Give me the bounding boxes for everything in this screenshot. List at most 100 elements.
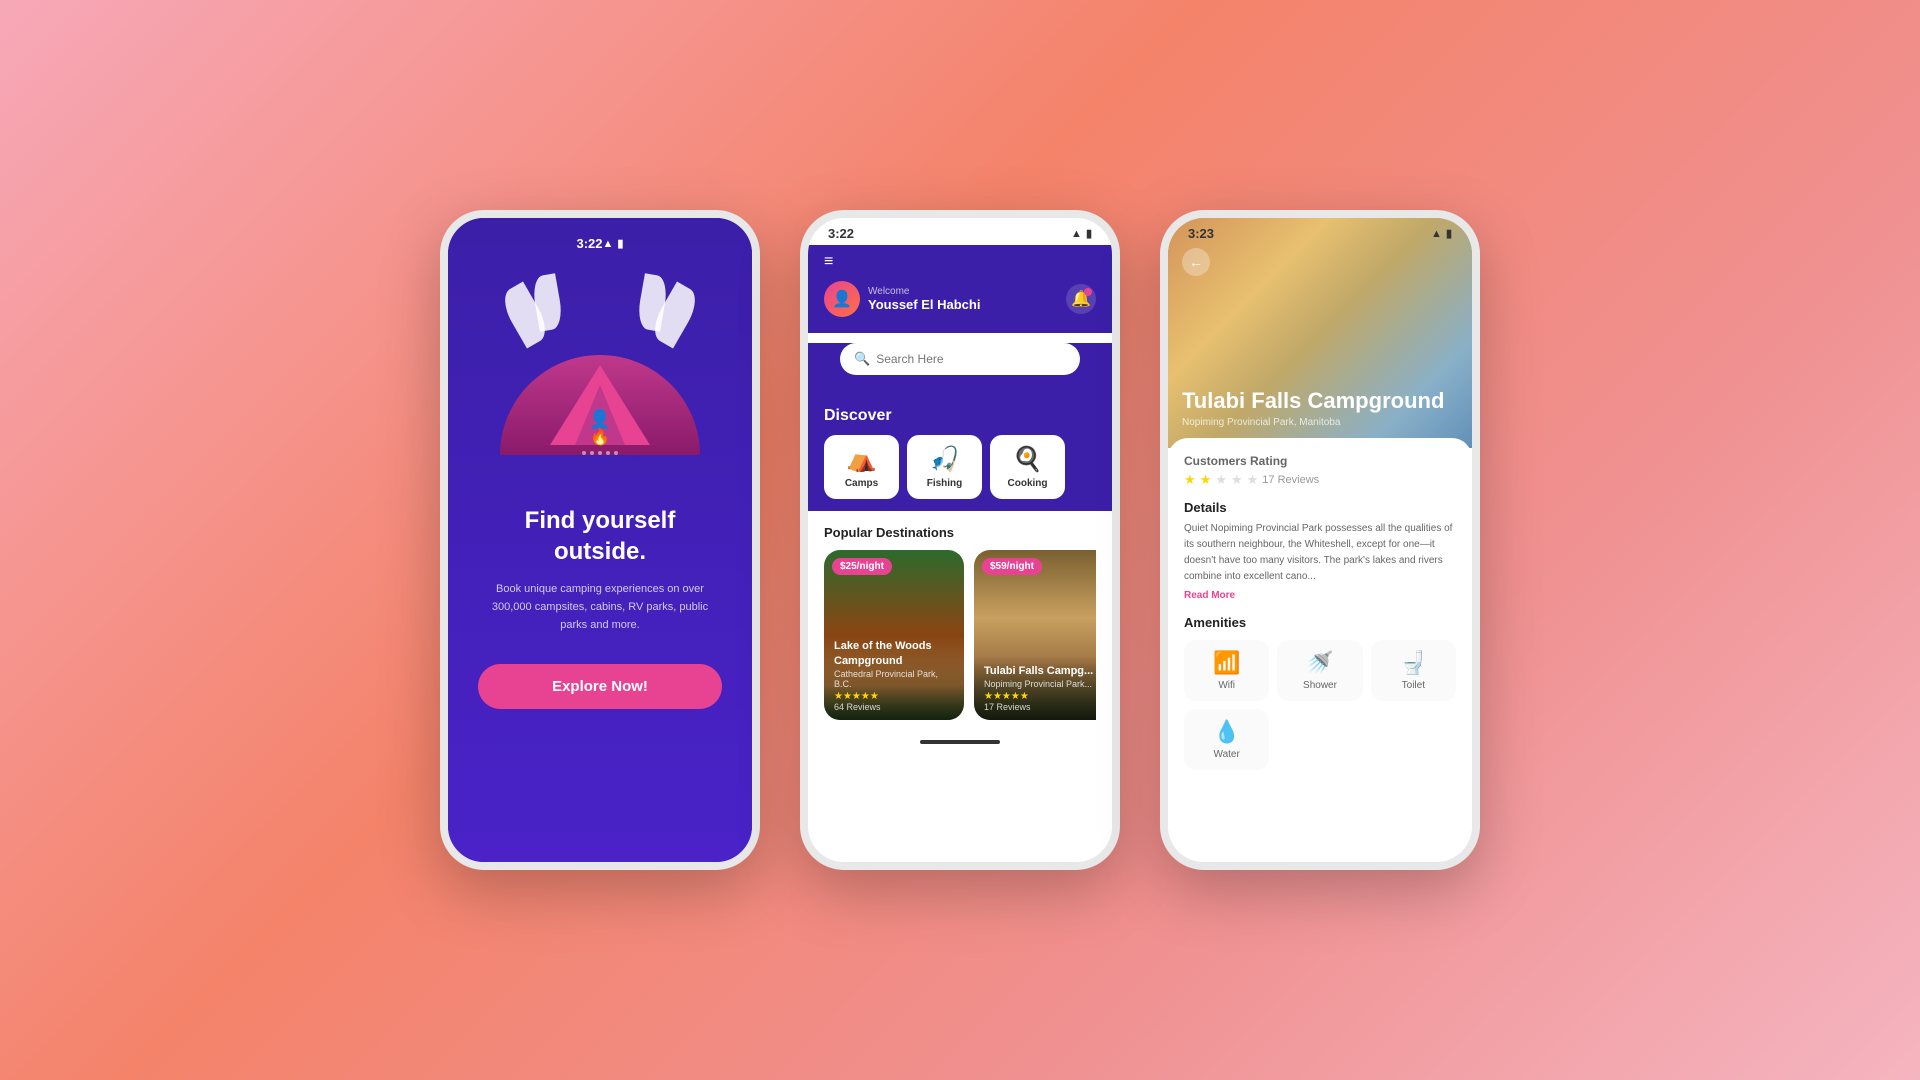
status-bar-1: 3:22 ▲ ▮ [557, 228, 644, 255]
notification-bell[interactable]: 🔔 [1066, 284, 1096, 314]
amenities-section: Amenities 📶 Wifi 🚿 Shower 🚽 Toilet 💧 Wat… [1184, 615, 1456, 770]
detail-content: Customers Rating ★ ★ ★ ★ ★ 17 Reviews De… [1168, 438, 1472, 862]
destination-card-2[interactable]: $59/night Tulabi Falls Campg... Nopiming… [974, 550, 1096, 720]
user-row: 👤 Welcome Youssef El Habchi 🔔 [824, 281, 1096, 317]
toilet-amenity-icon: 🚽 [1400, 650, 1427, 676]
cooking-label: Cooking [1008, 478, 1048, 489]
review-count: 17 Reviews [1262, 474, 1319, 486]
amenities-grid: 📶 Wifi 🚿 Shower 🚽 Toilet 💧 Water [1184, 640, 1456, 770]
phone-detail: 3:23 ▲ ▮ ← Tulabi Falls Campground Nopim… [1160, 210, 1480, 870]
status-icons-1: ▲ ▮ [603, 237, 624, 250]
splash-description: Book unique camping experiences on over … [478, 581, 722, 634]
search-icon: 🔍 [854, 351, 870, 367]
camps-icon: ⛺ [847, 445, 877, 474]
card2-location: Nopiming Provincial Park... [984, 679, 1096, 689]
search-bar: 🔍 [840, 343, 1080, 375]
back-button[interactable]: ← [1182, 248, 1210, 276]
details-section: Details Quiet Nopiming Provincial Park p… [1184, 500, 1456, 603]
username: Youssef El Habchi [868, 297, 980, 312]
rating-section: Customers Rating ★ ★ ★ ★ ★ 17 Reviews [1184, 454, 1456, 488]
fishing-icon: 🎣 [930, 445, 960, 474]
card1-overlay: Lake of the Woods Campground Cathedral P… [824, 631, 964, 720]
battery-icon-1: ▮ [617, 237, 623, 250]
campground-title: Tulabi Falls Campground [1182, 388, 1458, 414]
card2-name: Tulabi Falls Campg... [984, 664, 1096, 678]
stars-row: ★ ★ ★ ★ ★ 17 Reviews [1184, 472, 1456, 488]
welcome-label: Welcome [868, 286, 980, 297]
price-badge-2: $59/night [982, 558, 1042, 575]
wifi-icon-1: ▲ [603, 238, 614, 250]
read-more-link[interactable]: Read More [1184, 590, 1235, 601]
category-fishing[interactable]: 🎣 Fishing [907, 435, 982, 499]
battery-icon-3: ▮ [1446, 227, 1452, 240]
destination-card-1[interactable]: $25/night Lake of the Woods Campground C… [824, 550, 964, 720]
camps-label: Camps [845, 478, 878, 489]
price-badge-1: $25/night [832, 558, 892, 575]
card1-stars: ★★★★★ [834, 691, 954, 702]
star-5: ★ [1247, 472, 1259, 488]
hero-title-area: Tulabi Falls Campground Nopiming Provinc… [1182, 388, 1458, 428]
campground-location: Nopiming Provincial Park, Manitoba [1182, 417, 1458, 428]
category-camps[interactable]: ⛺ Camps [824, 435, 899, 499]
amenity-shower: 🚿 Shower [1277, 640, 1362, 701]
rating-label: Customers Rating [1184, 454, 1456, 468]
ground-dots [582, 451, 618, 455]
category-cooking[interactable]: 🍳 Cooking [990, 435, 1065, 499]
discover-section: Discover ⛺ Camps 🎣 Fishing 🍳 Cooking [808, 395, 1112, 511]
splash-title: Find yourself outside. [478, 505, 722, 567]
time-1: 3:22 [577, 236, 603, 251]
shower-amenity-icon: 🚿 [1306, 650, 1333, 676]
water-amenity-icon: 💧 [1213, 719, 1240, 745]
status-bar-2: 3:22 ▲ ▮ [808, 218, 1112, 245]
popular-title: Popular Destinations [824, 525, 1096, 540]
amenity-wifi: 📶 Wifi [1184, 640, 1269, 701]
status-bar-3: 3:23 ▲ ▮ [1168, 226, 1472, 241]
toilet-amenity-label: Toilet [1402, 680, 1425, 691]
card1-reviews: 64 Reviews [834, 702, 954, 712]
wifi-amenity-label: Wifi [1218, 680, 1235, 691]
categories-row: ⛺ Camps 🎣 Fishing 🍳 Cooking [824, 435, 1096, 503]
fire-icon: 🔥 [590, 427, 610, 447]
status-icons-3: ▲ ▮ [1431, 227, 1452, 240]
card2-stars: ★★★★★ [984, 691, 1096, 702]
wifi-amenity-icon: 📶 [1213, 650, 1240, 676]
amenity-water: 💧 Water [1184, 709, 1269, 770]
time-3: 3:23 [1188, 226, 1214, 241]
card1-location: Cathedral Provincial Park, B.C. [834, 669, 954, 689]
popular-section: Popular Destinations $25/night Lake of t… [808, 511, 1112, 734]
phone-splash: 3:22 ▲ ▮ 👤 🔥 Find yourself outside [440, 210, 760, 870]
water-amenity-label: Water [1214, 749, 1240, 760]
avatar: 👤 [824, 281, 860, 317]
amenities-title: Amenities [1184, 615, 1456, 630]
details-title: Details [1184, 500, 1456, 515]
card2-reviews: 17 Reviews [984, 702, 1096, 712]
amenity-toilet: 🚽 Toilet [1371, 640, 1456, 701]
home-header: ≡ 👤 Welcome Youssef El Habchi 🔔 [808, 245, 1112, 333]
star-4: ★ [1231, 472, 1243, 488]
card2-overlay: Tulabi Falls Campg... Nopiming Provincia… [974, 656, 1096, 720]
card1-name: Lake of the Woods Campground [834, 639, 954, 668]
user-info: 👤 Welcome Youssef El Habchi [824, 281, 980, 317]
menu-icon[interactable]: ≡ [824, 253, 1096, 271]
time-2: 3:22 [828, 226, 854, 241]
battery-icon-2: ▮ [1086, 227, 1092, 240]
star-2: ★ [1200, 472, 1212, 488]
splash-illustration: 👤 🔥 [490, 265, 710, 485]
fishing-label: Fishing [927, 478, 963, 489]
home-indicator-2 [808, 734, 1112, 750]
details-text: Quiet Nopiming Provincial Park possesses… [1184, 521, 1456, 585]
wifi-icon-2: ▲ [1071, 228, 1082, 240]
hero-image: ← Tulabi Falls Campground Nopiming Provi… [1168, 218, 1472, 448]
discover-title: Discover [824, 407, 1096, 425]
shower-amenity-label: Shower [1303, 680, 1337, 691]
home-body: ≡ 👤 Welcome Youssef El Habchi 🔔 🔍 [808, 245, 1112, 859]
status-icons-2: ▲ ▮ [1071, 227, 1092, 240]
explore-now-button[interactable]: Explore Now! [478, 664, 722, 709]
user-text: Welcome Youssef El Habchi [868, 286, 980, 312]
cooking-icon: 🍳 [1013, 445, 1043, 474]
star-3: ★ [1215, 472, 1227, 488]
wifi-icon-3: ▲ [1431, 228, 1442, 240]
destination-cards: $25/night Lake of the Woods Campground C… [824, 550, 1096, 720]
search-input[interactable] [876, 352, 1066, 366]
star-1: ★ [1184, 472, 1196, 488]
